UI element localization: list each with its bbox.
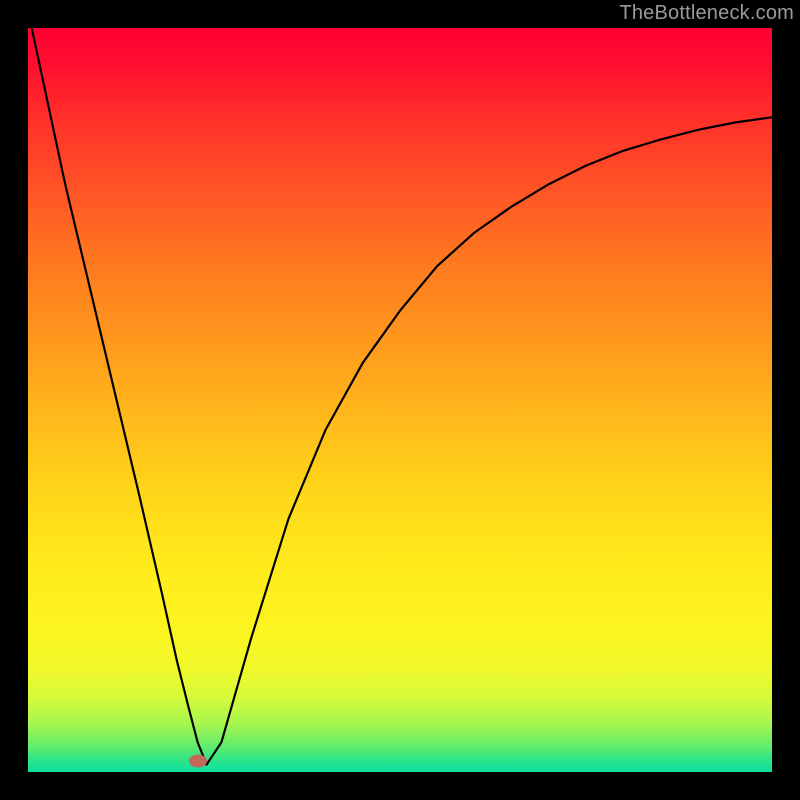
watermark-text: TheBottleneck.com — [619, 2, 794, 25]
chart-frame: TheBottleneck.com — [0, 0, 800, 800]
plot-area — [28, 28, 772, 772]
bottleneck-curve — [32, 28, 772, 765]
optimum-marker — [189, 754, 207, 767]
curve-svg — [28, 28, 772, 772]
